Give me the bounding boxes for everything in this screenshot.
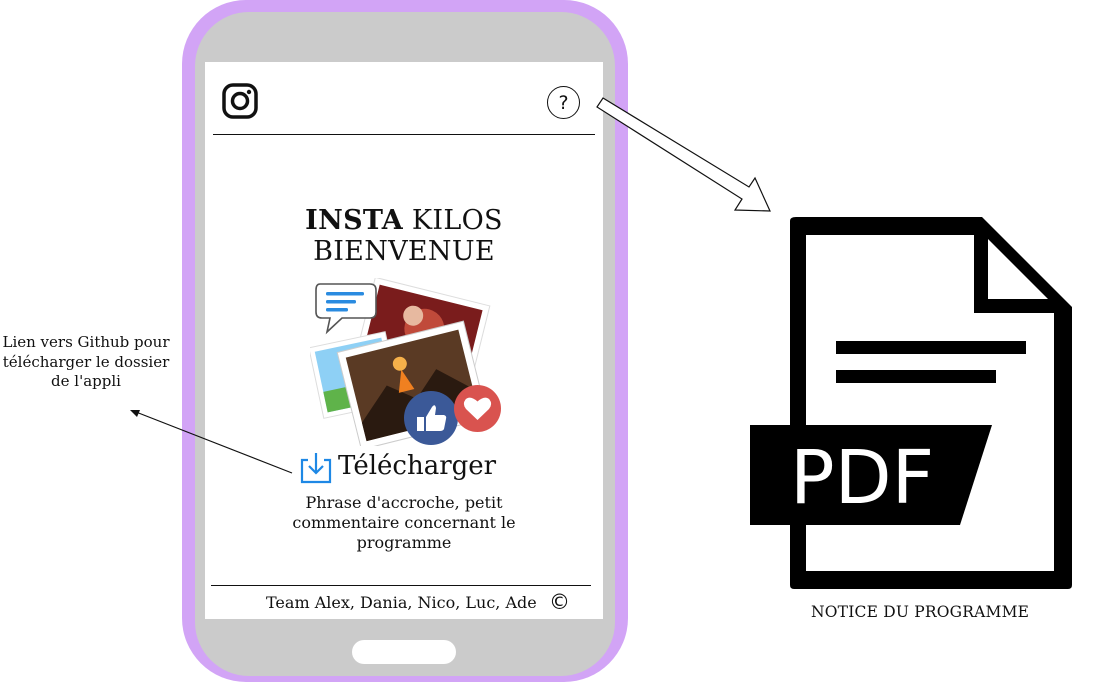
help-icon[interactable]: ? bbox=[547, 86, 580, 119]
tagline: Phrase d'accroche, petit commentaire con… bbox=[292, 493, 516, 552]
home-button[interactable] bbox=[352, 640, 456, 664]
github-pointer-arrow bbox=[130, 410, 293, 474]
welcome-subtitle: BIENVENUE bbox=[313, 236, 495, 267]
heart-badge bbox=[454, 385, 501, 432]
header-divider bbox=[213, 134, 595, 136]
footer-divider bbox=[211, 585, 591, 587]
github-note: Lien vers Github pour télécharger le dos… bbox=[2, 333, 170, 390]
thumbs-up-icon bbox=[417, 405, 447, 431]
pdf-document-icon[interactable]: PDF bbox=[748, 213, 1076, 593]
pdf-icon-text: PDF bbox=[790, 435, 934, 521]
download-link[interactable]: Télécharger bbox=[338, 451, 496, 481]
help-icon-glyph: ? bbox=[558, 91, 569, 114]
app-title-bold: INSTA bbox=[305, 205, 404, 236]
app-title: INSTA KILOS bbox=[205, 205, 603, 236]
instagram-icon[interactable] bbox=[222, 83, 258, 119]
heart-icon bbox=[463, 397, 492, 420]
footer-credits: Team Alex, Dania, Nico, Luc, Ade bbox=[266, 593, 537, 612]
download-icon[interactable] bbox=[299, 451, 333, 485]
like-badge bbox=[404, 391, 458, 445]
copyright-icon: © bbox=[549, 590, 570, 614]
pdf-pointer-arrow bbox=[596, 97, 771, 212]
app-title-rest: KILOS bbox=[411, 205, 503, 236]
pdf-caption: NOTICE DU PROGRAMME bbox=[811, 603, 1030, 621]
